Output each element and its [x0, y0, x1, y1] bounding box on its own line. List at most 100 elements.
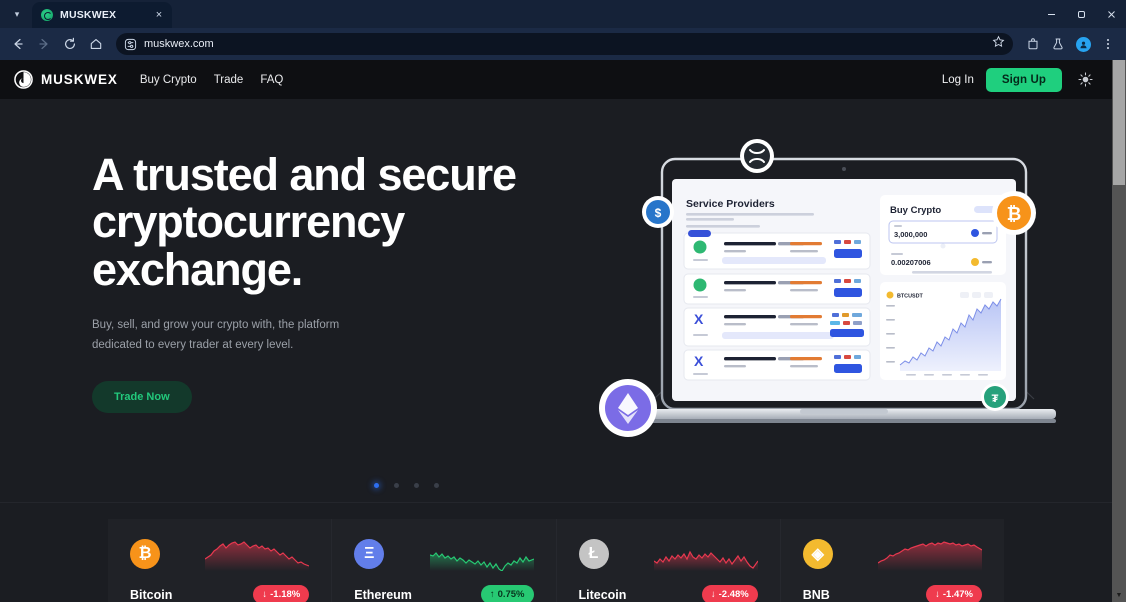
arrow-up-icon: ↑	[489, 589, 495, 600]
status-badge: ↓ -1.18%	[253, 585, 310, 602]
litecoin-sparkline	[653, 550, 758, 571]
hero-subtitle-line-2: to every trader at every level.	[145, 338, 294, 351]
vertical-scrollbar[interactable]: ▼	[1112, 60, 1126, 602]
scrollbar-thumb[interactable]	[1113, 60, 1125, 185]
change-value: -1.47%	[942, 589, 973, 600]
browser-tab[interactable]: MUSKWEX ×	[32, 2, 172, 28]
svg-text:Service Providers: Service Providers	[686, 198, 775, 210]
ethereum-sparkline	[429, 552, 534, 571]
coin-card-bitcoin[interactable]: ₿ Bitcoin ↓ -1.18%	[108, 519, 333, 602]
tab-strip: ▾ MUSKWEX ×	[0, 0, 1126, 28]
coin-card-bottom: Ethereum ↑ 0.75%	[354, 585, 534, 602]
floating-coin-bitcoin: ₿	[992, 191, 1036, 235]
nav-item-faq[interactable]: FAQ	[260, 74, 283, 86]
window-controls	[1036, 0, 1126, 28]
close-window-button[interactable]	[1096, 0, 1126, 28]
market-overview: ₿ Bitcoin ↓ -1.18% Ξ Ethereum ↑ 0.75% Ł …	[0, 502, 1112, 602]
site-header: MUSKWEX Buy Crypto Trade FAQ Log In Sign…	[0, 60, 1112, 99]
primary-nav: Buy Crypto Trade FAQ	[140, 74, 284, 86]
coin-card-top: Ł	[578, 539, 758, 571]
coin-card-bottom: Bitcoin ↓ -1.18%	[130, 585, 310, 602]
site-logo[interactable]: MUSKWEX	[14, 70, 118, 89]
arrow-down-icon: ↓	[262, 589, 268, 600]
carousel-dot-1[interactable]	[373, 483, 379, 488]
brand-name: MUSKWEX	[41, 72, 118, 87]
coin-card-top: ₿	[130, 539, 310, 571]
bookmark-star-icon[interactable]	[992, 35, 1005, 53]
url-text: muskwex.com	[144, 38, 214, 50]
minimize-icon	[1047, 13, 1055, 15]
extensions-button[interactable]	[1021, 32, 1045, 56]
browser-menu-button[interactable]	[1096, 32, 1120, 56]
sun-icon	[1077, 72, 1093, 87]
coin-card-litecoin[interactable]: Ł Litecoin ↓ -2.48%	[556, 519, 781, 602]
home-icon	[90, 39, 102, 49]
minimize-button[interactable]	[1036, 0, 1066, 28]
hero-section: A trusted and secure cryptocurrency exch…	[0, 99, 1112, 502]
chevron-down-icon: ▾	[14, 8, 20, 19]
floating-coin-tether: ₮	[981, 383, 1009, 411]
coin-card-bottom: Litecoin ↓ -2.48%	[579, 585, 758, 602]
coin-name: Ethereum	[354, 587, 412, 602]
profile-button[interactable]	[1071, 32, 1095, 56]
svg-text:X: X	[694, 353, 704, 369]
site-settings-icon	[124, 38, 137, 50]
page-viewport: MUSKWEX Buy Crypto Trade FAQ Log In Sign…	[0, 60, 1126, 602]
tab-search-button[interactable]: ▾	[4, 1, 30, 27]
coin-card-bnb[interactable]: ◈ BNB ↓ -1.47%	[780, 519, 1004, 602]
home-button[interactable]	[84, 32, 108, 56]
signup-button[interactable]: Sign Up	[985, 67, 1062, 92]
status-badge: ↓ -2.48%	[701, 585, 758, 602]
forward-button[interactable]	[32, 32, 56, 56]
maximize-button[interactable]	[1066, 0, 1096, 28]
svg-text:0.00207006: 0.00207006	[891, 258, 931, 267]
coin-card-top: ◈	[802, 539, 982, 571]
header-actions: Log In Sign Up	[942, 67, 1096, 92]
carousel-dot-4[interactable]	[433, 483, 439, 488]
floating-coin-ethereum	[599, 379, 657, 437]
browser-toolbar: muskwex.com	[0, 28, 1126, 60]
svg-text:₿: ₿	[1007, 204, 1022, 224]
svg-text:$: $	[655, 206, 662, 220]
buy-crypto-panel: Buy Crypto 3,000,000 0.00207006	[880, 195, 1006, 275]
svg-text:3,000,000: 3,000,000	[894, 230, 927, 239]
address-bar[interactable]: muskwex.com	[116, 33, 1013, 55]
floating-coin-ripple	[740, 139, 774, 173]
bitcoin-icon: ₿	[130, 539, 160, 569]
nav-item-trade[interactable]: Trade	[214, 74, 244, 86]
back-button[interactable]	[6, 32, 30, 56]
hero-title: A trusted and secure cryptocurrency exch…	[92, 151, 612, 293]
status-badge: ↓ -1.47%	[926, 585, 982, 602]
extensions-icon	[1028, 38, 1038, 50]
coin-name: Litecoin	[578, 587, 627, 602]
arrow-left-icon	[14, 38, 23, 50]
theme-toggle-button[interactable]	[1074, 69, 1096, 91]
floating-coin-usdc: $	[642, 196, 674, 228]
trade-now-button[interactable]: Trade Now	[92, 381, 192, 413]
svg-text:Buy Crypto: Buy Crypto	[890, 205, 941, 216]
maximize-icon	[1077, 10, 1085, 18]
market-card-row: ₿ Bitcoin ↓ -1.18% Ξ Ethereum ↑ 0.75% Ł …	[0, 519, 1112, 602]
coin-card-top: Ξ	[354, 539, 534, 571]
hero-title-line-2: cryptocurrency	[92, 196, 405, 248]
scroll-down-arrow-icon[interactable]: ▼	[1112, 588, 1126, 602]
close-icon	[1107, 10, 1115, 18]
login-link[interactable]: Log In	[942, 74, 974, 86]
nav-item-buy-crypto[interactable]: Buy Crypto	[140, 74, 197, 86]
litecoin-icon: Ł	[578, 539, 609, 569]
coin-card-ethereum[interactable]: Ξ Ethereum ↑ 0.75%	[332, 519, 557, 602]
coin-name: Bitcoin	[130, 587, 173, 602]
hero-subtitle: Buy, sell, and grow your crypto with, th…	[92, 315, 392, 355]
svg-text:₮: ₮	[992, 393, 999, 405]
labs-button[interactable]	[1046, 32, 1070, 56]
reload-button[interactable]	[58, 32, 82, 56]
reload-icon	[65, 37, 76, 50]
carousel-dot-2[interactable]	[393, 483, 399, 488]
change-value: -1.18%	[270, 589, 301, 600]
arrow-down-icon: ↓	[710, 589, 716, 600]
close-tab-icon[interactable]: ×	[152, 8, 166, 22]
browser-window: ▾ MUSKWEX × muskwex.com MUSKWEX Buy Cryp…	[0, 0, 1126, 602]
carousel-dot-3[interactable]	[413, 483, 419, 488]
tab-title: MUSKWEX	[60, 9, 117, 21]
svg-text:BTCUSDT: BTCUSDT	[897, 294, 923, 300]
